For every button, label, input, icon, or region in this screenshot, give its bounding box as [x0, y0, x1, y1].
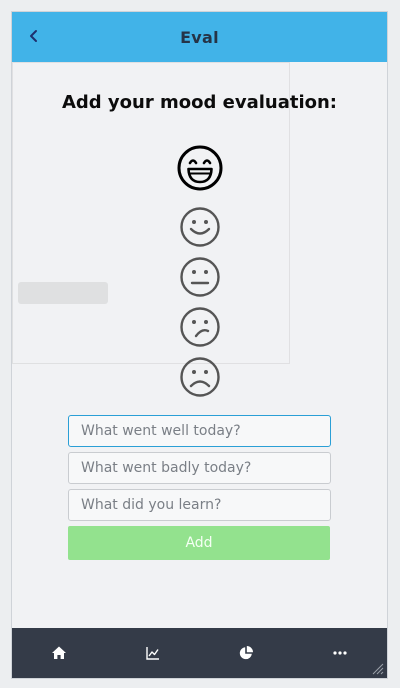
resize-grip-icon[interactable]: [370, 661, 384, 675]
frowning-face-icon: [179, 357, 220, 397]
went-badly-input[interactable]: [68, 452, 331, 484]
back-button[interactable]: [22, 24, 46, 48]
mood-option-smiling[interactable]: [178, 205, 222, 249]
mood-option-confused[interactable]: [178, 305, 222, 349]
mood-option-frowning[interactable]: [178, 355, 222, 399]
learned-input[interactable]: [68, 489, 331, 521]
evaluation-form: Add: [68, 415, 331, 560]
tab-stats[interactable]: [106, 628, 200, 678]
bottom-tab-bar: [12, 628, 387, 678]
tab-reports[interactable]: [200, 628, 294, 678]
page-title: Eval: [180, 27, 219, 47]
mood-option-grinning[interactable]: [176, 144, 224, 192]
grinning-face-icon: [177, 145, 222, 191]
smiling-face-icon: [179, 207, 220, 247]
mood-option-neutral[interactable]: [178, 255, 222, 299]
line-chart-icon: [145, 647, 159, 660]
add-button[interactable]: Add: [68, 526, 330, 560]
tab-home[interactable]: [12, 628, 106, 678]
neutral-face-icon: [179, 257, 220, 297]
more-icon: [333, 651, 347, 655]
chevron-left-icon: [30, 30, 37, 42]
app-window: Eval Add your mood evaluation: What went…: [11, 11, 388, 679]
confused-face-icon: [179, 307, 220, 347]
went-well-input[interactable]: [68, 415, 331, 447]
pie-chart-icon: [240, 646, 254, 660]
home-icon: [51, 646, 66, 659]
header-bar: Eval: [12, 12, 387, 62]
mood-heading: Add your mood evaluation:: [61, 92, 338, 113]
